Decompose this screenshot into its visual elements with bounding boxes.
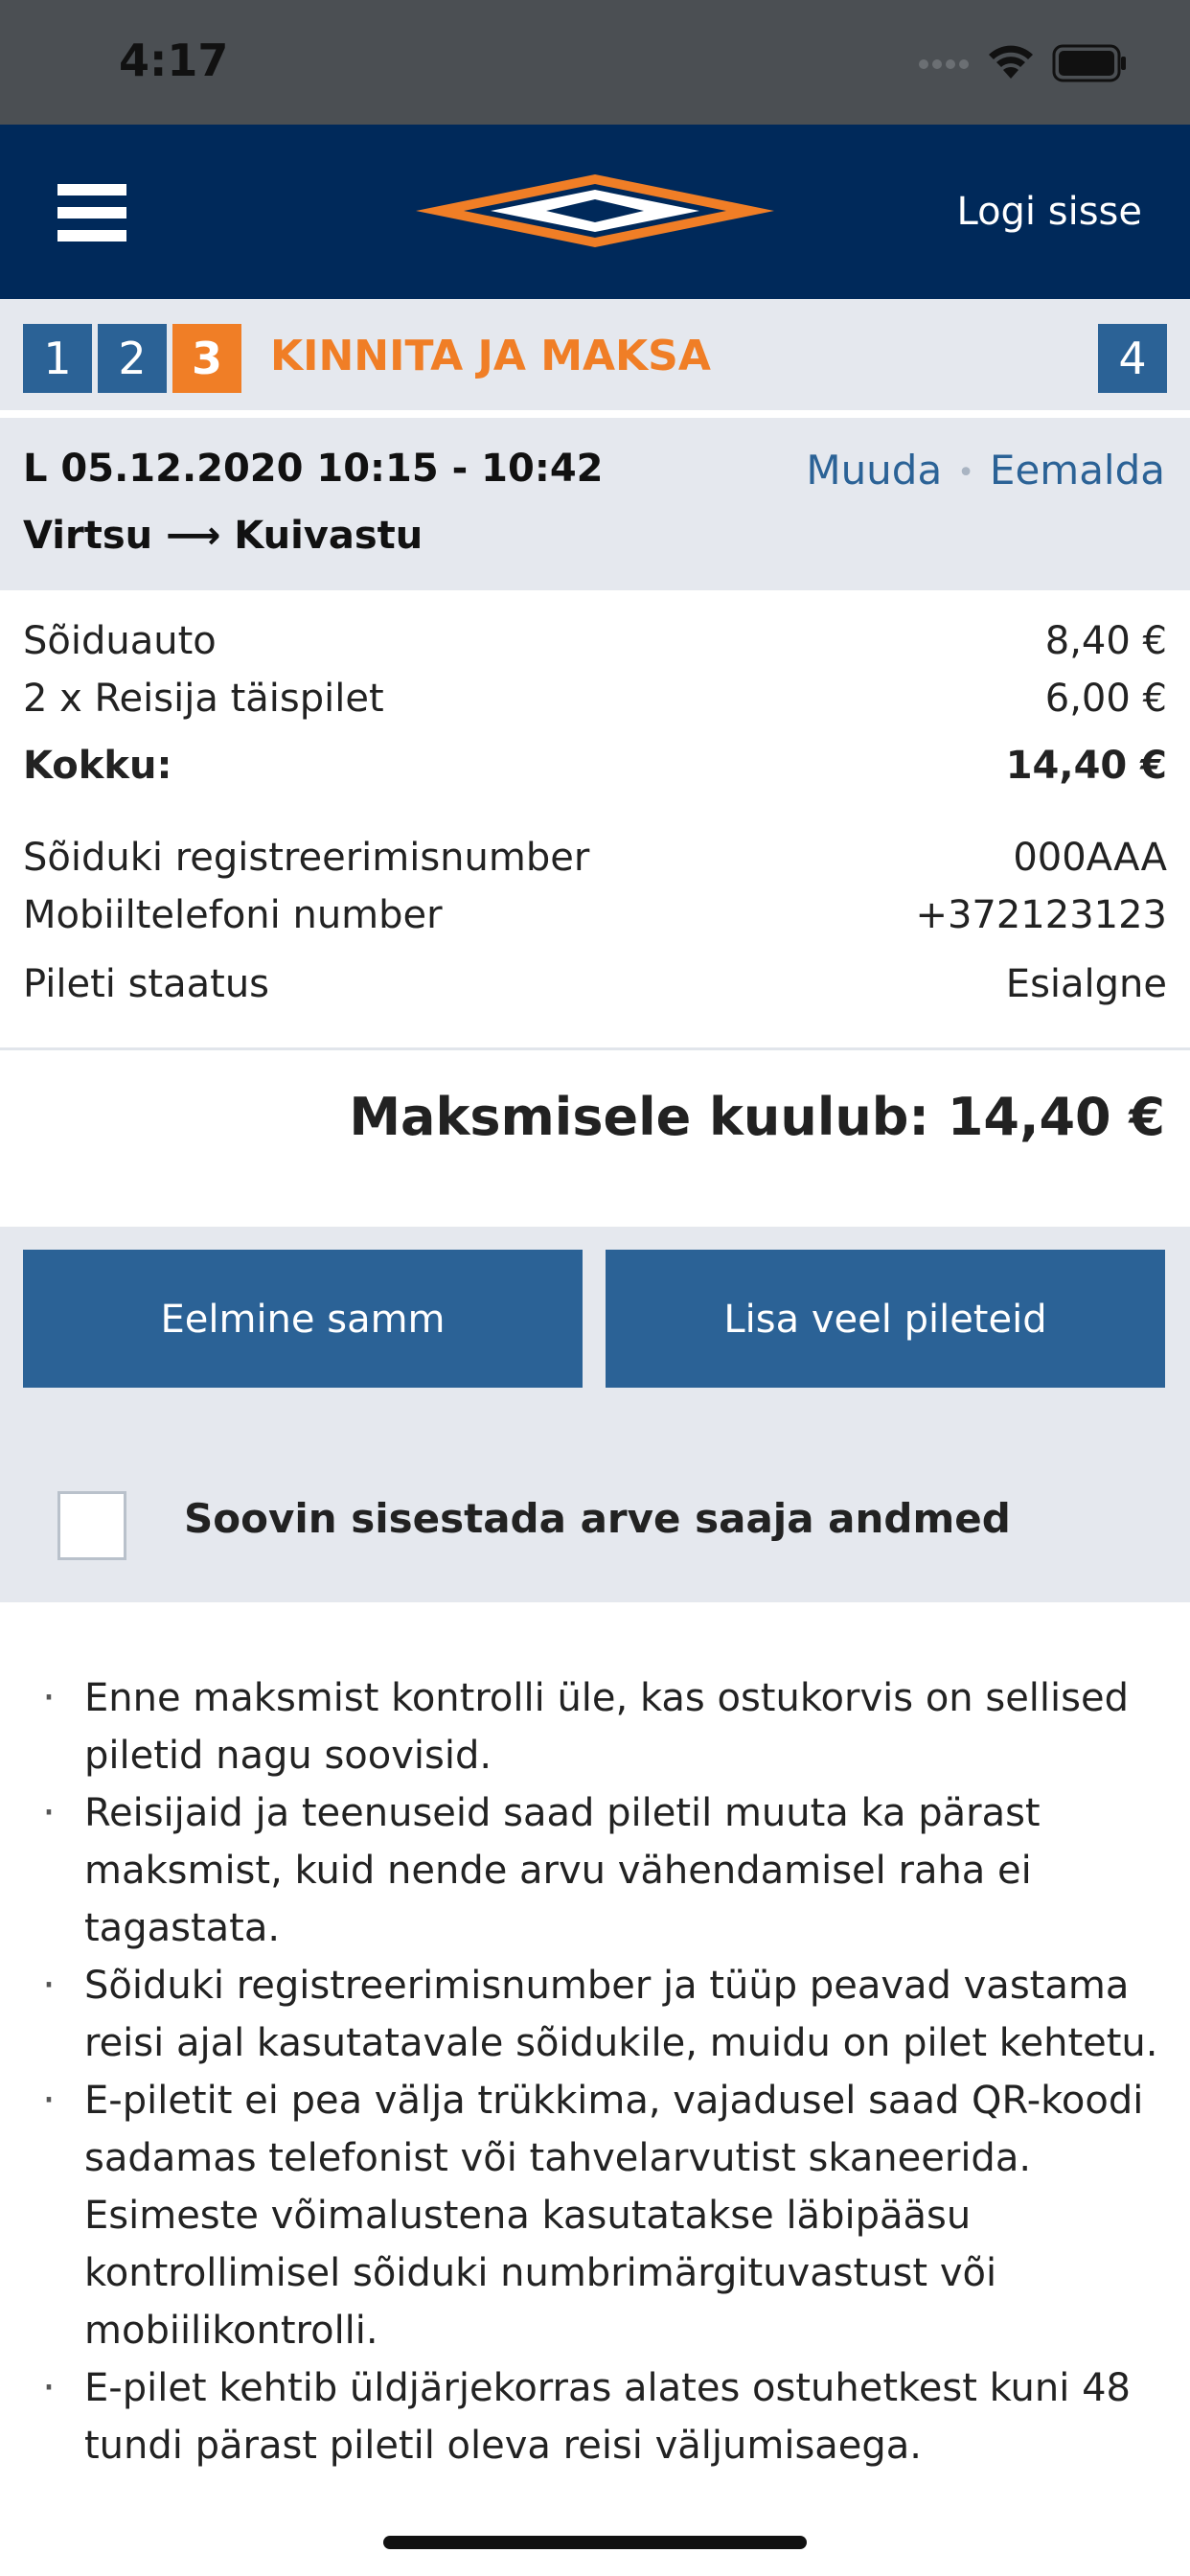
trip-actions: Muuda • Eemalda — [806, 447, 1165, 494]
info-item: E-piletit ei pea välja trükkima, vajadus… — [38, 2072, 1159, 2359]
info-item: E-pilet kehtib üldjärjekorras alates ost… — [38, 2359, 1159, 2474]
info-item: Sõiduki registreerimisnumber ja tüüp pea… — [38, 1957, 1159, 2072]
detail-label: Mobiiltelefoni number — [23, 893, 443, 937]
step-4[interactable]: 4 — [1098, 324, 1167, 393]
wifi-icon — [989, 45, 1033, 79]
status-bar: 4:17 — [0, 0, 1190, 125]
total-row: Kokku: 14,40 € — [23, 744, 1167, 788]
brand-logo — [416, 174, 774, 247]
step-3-current: 3 — [172, 324, 241, 393]
remove-trip-link[interactable]: Eemalda — [990, 447, 1165, 494]
checkout-steps: 1 2 3 KINNITA JA MAKSA 4 — [0, 299, 1190, 414]
detail-value: 000AAA — [1013, 836, 1167, 880]
payable-amount: Maksmisele kuulub: 14,40 € — [349, 1087, 1165, 1147]
separator-dot: • — [957, 456, 974, 490]
trip-route: Virtsu ⟶ Kuivastu — [23, 514, 423, 558]
detail-row: 2 x Reisija täispilet 6,00 € — [23, 677, 1167, 721]
detail-row: Pileti staatus Esialgne — [23, 962, 1167, 1006]
step-1[interactable]: 1 — [23, 324, 92, 393]
previous-step-button[interactable]: Eelmine samm — [23, 1250, 583, 1388]
detail-label: Sõiduauto — [23, 619, 217, 663]
detail-value: 6,00 € — [1044, 677, 1167, 721]
cellular-signal-icon — [919, 59, 969, 69]
menu-icon[interactable] — [57, 184, 126, 242]
battery-icon — [1052, 44, 1126, 82]
actions-area: Eelmine samm Lisa veel pileteid Soovin s… — [0, 1227, 1190, 1602]
trip-summary: L 05.12.2020 10:15 - 10:42 Virtsu ⟶ Kuiv… — [0, 418, 1190, 590]
total-label: Kokku: — [23, 744, 172, 788]
info-list: Enne maksmist kontrolli üle, kas ostukor… — [38, 1669, 1159, 2474]
detail-row: Mobiiltelefoni number +372123123 — [23, 893, 1167, 937]
home-indicator[interactable] — [383, 2536, 807, 2549]
ticket-details: Sõiduauto 8,40 € 2 x Reisija täispilet 6… — [0, 590, 1190, 1050]
info-section: Enne maksmist kontrolli üle, kas ostukor… — [0, 1602, 1190, 2576]
login-link[interactable]: Logi sisse — [956, 190, 1142, 234]
step-2[interactable]: 2 — [98, 324, 167, 393]
info-item: Reisijaid ja teenuseid saad piletil muut… — [38, 1784, 1159, 1957]
detail-value: Esialgne — [1005, 962, 1167, 1006]
edit-trip-link[interactable]: Muuda — [806, 447, 942, 494]
trip-datetime: L 05.12.2020 10:15 - 10:42 — [23, 447, 604, 491]
current-step-title: KINNITA JA MAKSA — [270, 332, 711, 380]
add-more-tickets-button[interactable]: Lisa veel pileteid — [606, 1250, 1165, 1388]
total-value: 14,40 € — [1005, 744, 1167, 788]
detail-value: 8,40 € — [1044, 619, 1167, 663]
payable-section: Maksmisele kuulub: 14,40 € — [0, 1050, 1190, 1227]
status-time: 4:17 — [119, 34, 229, 86]
detail-label: Sõiduki registreerimisnumber — [23, 836, 590, 880]
detail-value: +372123123 — [915, 893, 1167, 937]
detail-label: 2 x Reisija täispilet — [23, 677, 384, 721]
invoice-recipient-label[interactable]: Soovin sisestada arve saaja andmed — [184, 1495, 1011, 1542]
detail-label: Pileti staatus — [23, 962, 270, 1006]
invoice-recipient-checkbox[interactable] — [57, 1491, 126, 1560]
info-item: Enne maksmist kontrolli üle, kas ostukor… — [38, 1669, 1159, 1784]
detail-row: Sõiduki registreerimisnumber 000AAA — [23, 836, 1167, 880]
detail-row: Sõiduauto 8,40 € — [23, 619, 1167, 663]
app-header: Logi sisse — [0, 125, 1190, 299]
